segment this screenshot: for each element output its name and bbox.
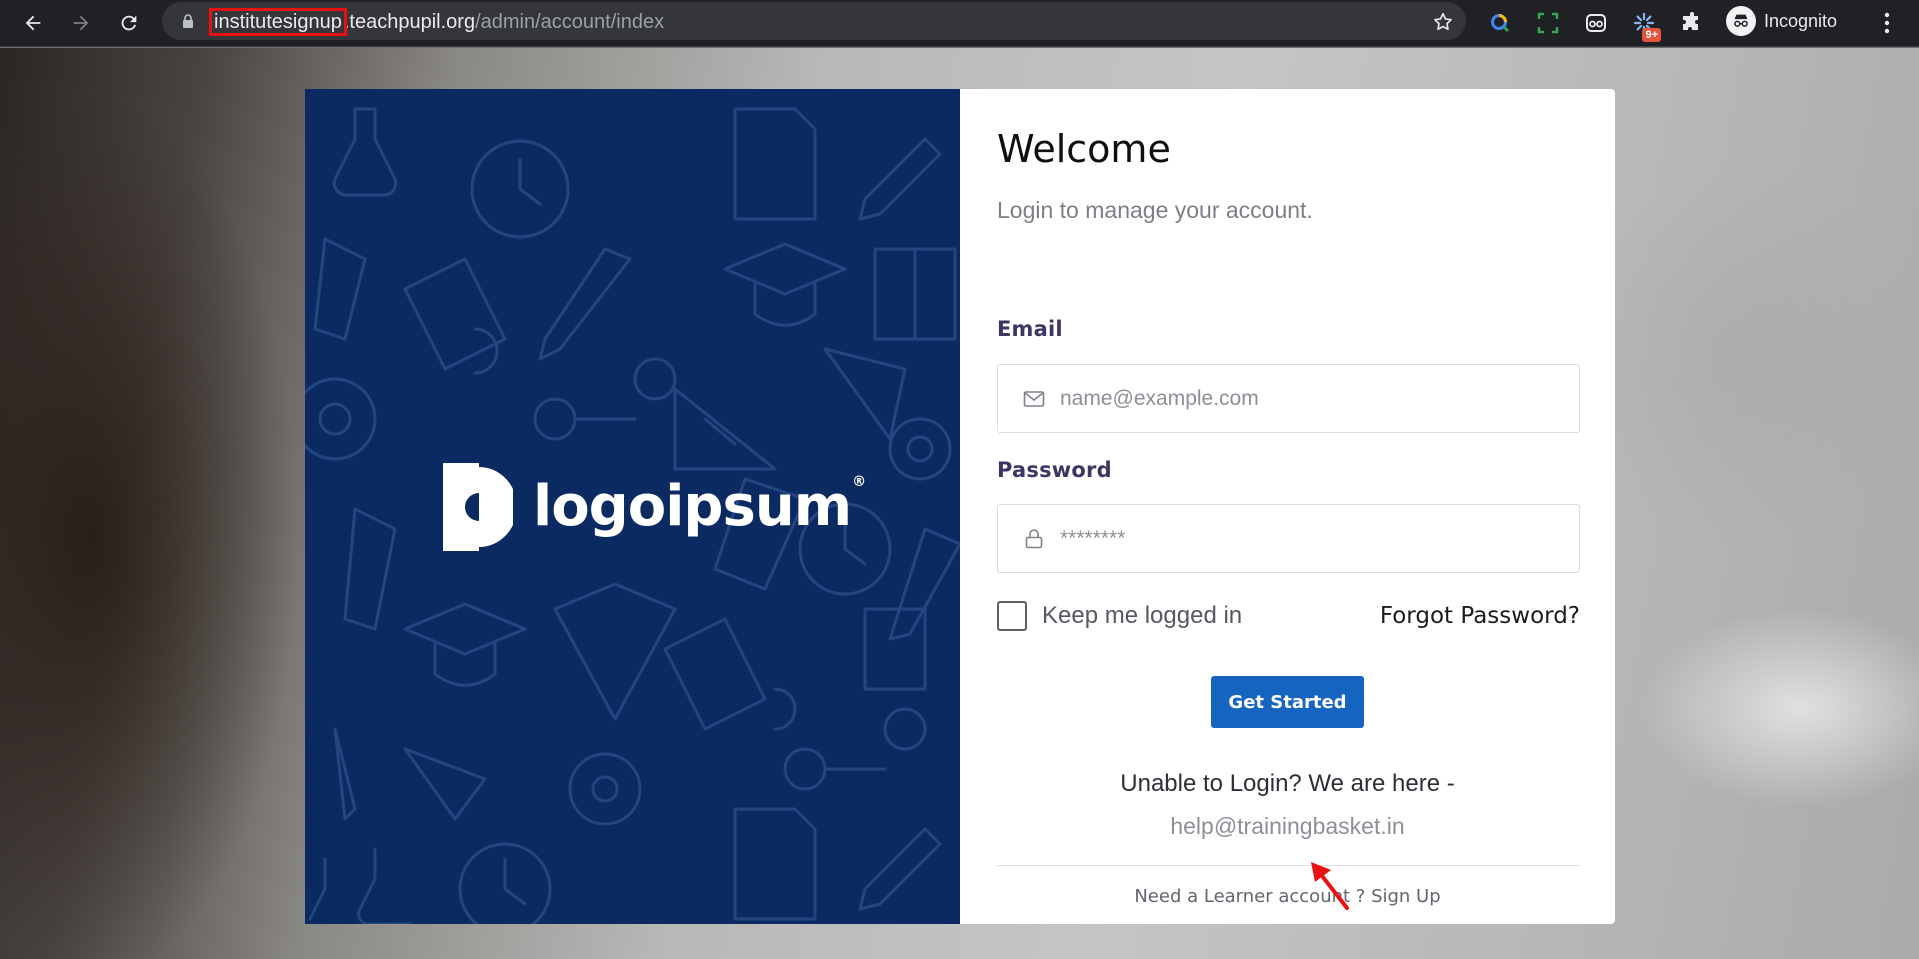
extensions-menu-button[interactable] <box>1677 8 1707 38</box>
get-started-button[interactable]: Get Started <box>1211 676 1364 728</box>
help-email-link[interactable]: help@trainingbasket.in <box>960 813 1615 840</box>
extension-reader-button[interactable] <box>1581 8 1611 38</box>
back-arrow-icon <box>25 15 41 31</box>
incognito-profile-button[interactable]: Incognito <box>1722 4 1849 38</box>
back-button[interactable] <box>16 6 50 40</box>
logo-wordmark: logoipsum ® <box>533 474 866 539</box>
password-field[interactable] <box>997 504 1580 573</box>
browser-menu-button[interactable] <box>1874 6 1900 40</box>
bookmark-star-icon[interactable] <box>1432 11 1454 33</box>
login-card: Welcome Login to manage your account. Em… <box>960 89 1615 924</box>
password-input[interactable] <box>1060 518 1560 559</box>
background-blur-light <box>1640 608 1919 808</box>
forgot-password-link[interactable]: Forgot Password? <box>1380 603 1580 629</box>
remember-me-label[interactable]: Keep me logged in <box>1042 602 1242 630</box>
address-bar[interactable]: institutesignup .teachpupil.org/admin/acc… <box>162 2 1466 40</box>
help-text: Unable to Login? We are here - <box>1120 770 1455 797</box>
more-vertical-icon <box>1884 12 1890 34</box>
incognito-icon <box>1726 6 1756 36</box>
screenshot-frame-icon <box>1537 12 1559 34</box>
page-title: Welcome <box>997 127 1171 171</box>
extension-screenshot-button[interactable] <box>1533 8 1563 38</box>
annotation-arrow-icon <box>1311 862 1349 910</box>
remember-me-row[interactable]: Keep me logged in <box>997 601 1242 631</box>
extension-lens-button[interactable] <box>1485 8 1515 38</box>
signup-link[interactable]: Need a Learner account ? Sign Up <box>960 886 1615 907</box>
email-input[interactable] <box>1060 378 1560 419</box>
url-domain: .teachpupil.org <box>343 11 476 33</box>
brand-logo: logoipsum ® <box>443 463 866 551</box>
page-background: logoipsum ® Welcome Login to manage your … <box>0 48 1919 959</box>
remember-me-checkbox[interactable] <box>997 601 1027 631</box>
google-lens-icon <box>1491 14 1510 33</box>
extension-badge: 9+ <box>1642 28 1661 42</box>
password-label: Password <box>997 458 1112 482</box>
email-field[interactable] <box>997 364 1580 433</box>
forward-button[interactable] <box>64 6 98 40</box>
divider <box>997 865 1580 866</box>
brand-panel: logoipsum ® <box>305 89 960 924</box>
glasses-icon <box>1586 14 1606 32</box>
url-text: institutesignup .teachpupil.org/admin/acc… <box>209 8 665 36</box>
profile-label: Incognito <box>1764 10 1838 31</box>
reload-icon <box>121 15 137 31</box>
extension-notification-button[interactable]: 9+ <box>1629 8 1661 42</box>
reload-button[interactable] <box>112 6 146 40</box>
url-path: /admin/account/index <box>475 11 665 33</box>
page-subtitle: Login to manage your account. <box>997 197 1313 223</box>
lock-icon <box>183 14 193 28</box>
padlock-icon <box>1025 528 1043 548</box>
email-label: Email <box>997 317 1063 341</box>
forward-arrow-icon <box>73 15 89 31</box>
browser-toolbar: institutesignup .teachpupil.org/admin/acc… <box>0 0 1919 47</box>
envelope-icon <box>1023 390 1045 407</box>
logo-mark-icon <box>443 463 513 551</box>
puzzle-piece-icon <box>1683 12 1698 30</box>
url-subdomain-highlight: institutesignup <box>209 8 347 36</box>
background-blur-dark <box>0 88 300 959</box>
